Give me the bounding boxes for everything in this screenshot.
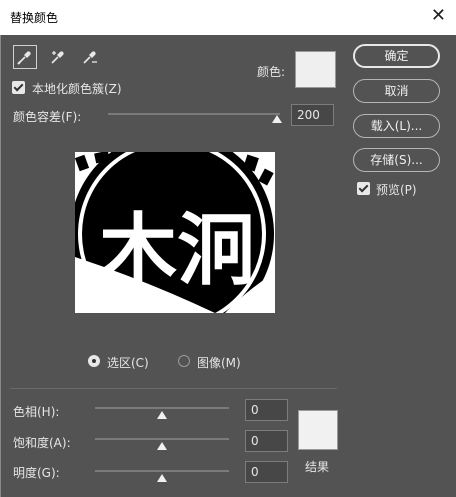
selection-radio-label: 选区(C) <box>107 356 149 370</box>
saturation-slider-track[interactable] <box>95 438 229 440</box>
selection-radio[interactable] <box>88 355 100 367</box>
window-border <box>0 35 1 497</box>
result-label: 结果 <box>305 460 330 474</box>
dialog-title: 替换颜色 <box>10 11 59 25</box>
preview-label: 预览(P) <box>376 183 417 197</box>
lightness-label: 明度(G): <box>13 466 60 480</box>
lightness-slider-thumb[interactable] <box>157 474 167 482</box>
result-swatch <box>298 410 338 450</box>
cancel-button[interactable]: 取消 <box>353 79 440 103</box>
saturation-slider-thumb[interactable] <box>157 442 167 450</box>
hue-label: 色相(H): <box>13 405 60 419</box>
lightness-slider-track[interactable] <box>95 470 229 472</box>
selection-preview: 木泂 <box>75 152 275 313</box>
hue-slider-track[interactable] <box>95 407 229 409</box>
hue-slider-thumb[interactable] <box>157 411 167 419</box>
seal-glyph-text: 木泂 <box>99 206 255 296</box>
load-button[interactable]: 载入(L)... <box>353 114 440 138</box>
fuzziness-slider-track[interactable] <box>108 113 280 115</box>
section-divider <box>10 388 337 389</box>
fuzziness-input[interactable]: 200 <box>291 104 334 126</box>
ok-button[interactable]: 确定 <box>353 44 440 68</box>
eyedropper-plus-icon <box>51 51 64 64</box>
hue-input[interactable]: 0 <box>245 399 288 421</box>
save-button[interactable]: 存储(S)... <box>353 148 440 172</box>
color-label: 颜色: <box>257 65 286 79</box>
saturation-input[interactable]: 0 <box>245 430 288 452</box>
eyedropper-tool-button[interactable] <box>13 45 37 69</box>
eyedropper-minus-tool-button[interactable] <box>78 45 102 69</box>
lightness-input[interactable]: 0 <box>245 461 288 483</box>
localized-clusters-label: 本地化颜色簇(Z) <box>32 82 122 96</box>
image-radio[interactable] <box>178 355 190 367</box>
localized-clusters-checkbox[interactable] <box>12 81 25 94</box>
color-swatch[interactable] <box>295 51 336 88</box>
fuzziness-slider-thumb[interactable] <box>272 115 282 123</box>
close-icon[interactable]: ✕ <box>431 6 446 26</box>
title-bar: 替换颜色 ✕ <box>0 0 456 35</box>
eyedropper-icon <box>17 51 31 65</box>
preview-checkbox[interactable] <box>357 182 370 195</box>
eyedropper-minus-icon <box>83 51 97 64</box>
image-radio-label: 图像(M) <box>197 356 241 370</box>
eyedropper-plus-tool-button[interactable] <box>46 45 70 69</box>
seal-mask-image: 木泂 <box>75 152 275 313</box>
fuzziness-label: 颜色容差(F): <box>13 110 82 124</box>
saturation-label: 饱和度(A): <box>13 436 71 450</box>
